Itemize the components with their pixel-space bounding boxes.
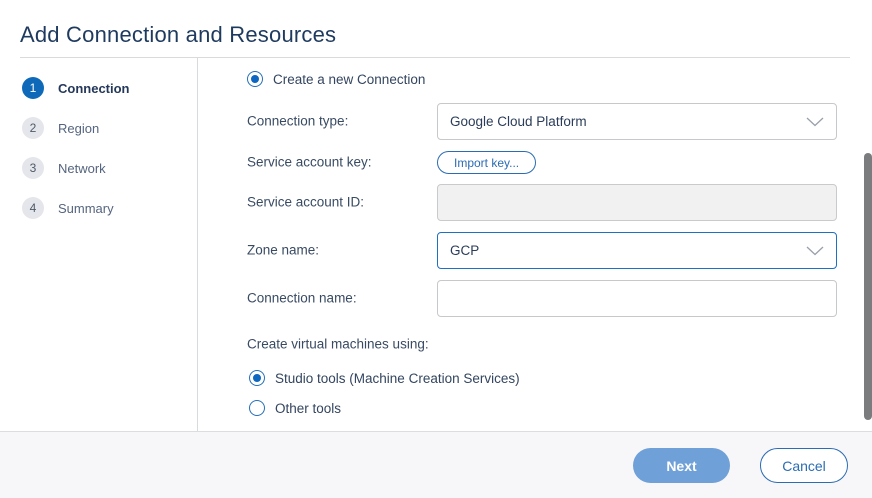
cancel-button[interactable]: Cancel [760, 448, 848, 483]
step-label: Network [58, 161, 106, 176]
connection-name-label: Connection name: [247, 291, 357, 306]
step-label: Summary [58, 201, 114, 216]
next-button[interactable]: Next [633, 448, 730, 483]
step-number-badge: 2 [22, 117, 44, 139]
studio-tools-radio[interactable]: Studio tools (Machine Creation Services) [249, 370, 520, 386]
step-number-badge: 4 [22, 197, 44, 219]
chevron-down-icon [806, 117, 824, 127]
vm-tools-label: Create virtual machines using: [247, 337, 429, 352]
connection-name-field[interactable] [450, 291, 824, 306]
connection-type-dropdown[interactable]: Google Cloud Platform [437, 103, 837, 140]
step-number-badge: 3 [22, 157, 44, 179]
service-account-key-label: Service account key: [247, 155, 372, 170]
radio-icon [247, 71, 263, 87]
import-key-button[interactable]: Import key... [437, 151, 536, 174]
step-number-badge: 1 [22, 77, 44, 99]
radio-icon [249, 370, 265, 386]
other-tools-radio[interactable]: Other tools [249, 400, 341, 416]
radio-label: Other tools [275, 401, 341, 416]
connection-type-value: Google Cloud Platform [450, 114, 587, 129]
chevron-down-icon [806, 246, 824, 256]
footer-bar: Next Cancel [0, 431, 872, 498]
sidebar-divider [197, 58, 198, 431]
page-title: Add Connection and Resources [20, 22, 336, 48]
vertical-scrollbar-thumb[interactable] [864, 153, 872, 420]
radio-label: Create a new Connection [273, 72, 425, 87]
radio-label: Studio tools (Machine Creation Services) [275, 371, 520, 386]
step-label: Region [58, 121, 99, 136]
sidebar-step-connection[interactable]: 1 Connection [22, 77, 130, 99]
connection-name-input[interactable] [437, 280, 837, 317]
sidebar-step-network[interactable]: 3 Network [22, 157, 106, 179]
service-account-id-input [437, 184, 837, 221]
zone-name-value: GCP [450, 243, 479, 258]
zone-name-dropdown[interactable]: GCP [437, 232, 837, 269]
service-account-id-field [450, 195, 824, 210]
create-new-connection-radio[interactable]: Create a new Connection [247, 71, 425, 87]
sidebar-step-summary[interactable]: 4 Summary [22, 197, 114, 219]
sidebar-step-region[interactable]: 2 Region [22, 117, 99, 139]
header-divider [20, 57, 850, 58]
step-label: Connection [58, 81, 130, 96]
radio-icon [249, 400, 265, 416]
zone-name-label: Zone name: [247, 243, 319, 258]
connection-type-label: Connection type: [247, 114, 348, 129]
service-account-id-label: Service account ID: [247, 195, 364, 210]
